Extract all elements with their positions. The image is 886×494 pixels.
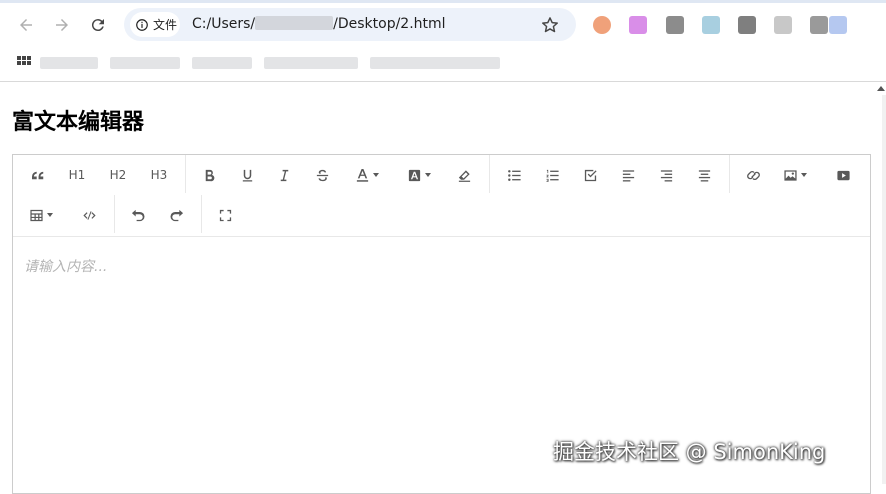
toolbar-divider <box>185 155 186 193</box>
ext-periwinkle-icon[interactable] <box>829 16 847 34</box>
heading1-button[interactable]: H1 <box>63 161 91 189</box>
insert-image-button[interactable] <box>779 161 811 189</box>
heading2-label: H2 <box>109 168 127 182</box>
clear-format-button[interactable] <box>450 161 478 189</box>
heading3-button[interactable]: H3 <box>145 161 173 189</box>
bookmarks-bar <box>0 52 886 74</box>
bulleted-list-icon <box>507 169 521 181</box>
forward-arrow-icon <box>56 19 68 31</box>
bookmark-item[interactable] <box>40 57 98 69</box>
code-block-button[interactable] <box>75 201 103 229</box>
align-center-button[interactable] <box>690 161 718 189</box>
toolbar-divider <box>729 155 730 193</box>
undo-button[interactable] <box>124 201 152 229</box>
background-color-button[interactable] <box>403 161 435 189</box>
url-suffix: /Desktop/2.html <box>333 16 446 32</box>
back-button[interactable] <box>13 12 39 38</box>
reload-icon <box>91 19 104 32</box>
dropdown-caret-icon <box>373 173 379 177</box>
font-color-icon <box>356 168 369 182</box>
strikethrough-button[interactable] <box>308 161 336 189</box>
blockquote-button[interactable] <box>25 161 53 189</box>
reload-button[interactable] <box>85 12 111 38</box>
bold-icon <box>205 169 214 181</box>
align-left-button[interactable] <box>614 161 642 189</box>
fullscreen-button[interactable] <box>211 201 239 229</box>
bookmark-item[interactable] <box>370 57 500 69</box>
forward-button[interactable] <box>49 12 75 38</box>
checkbox-icon <box>584 169 597 181</box>
toolbar-divider <box>114 195 115 233</box>
site-info-label: 文件 <box>153 18 178 32</box>
heading1-label: H1 <box>68 168 86 182</box>
dropdown-caret-icon <box>425 173 431 177</box>
numbered-list-icon <box>546 169 559 182</box>
redo-button[interactable] <box>162 201 190 229</box>
heading2-button[interactable]: H2 <box>104 161 132 189</box>
link-icon <box>746 170 760 180</box>
address-bar[interactable]: 文件 C:/Users/ /Desktop/2.html <box>124 8 576 41</box>
dropdown-caret-icon <box>47 213 53 217</box>
table-icon <box>30 209 43 221</box>
fullscreen-icon <box>219 209 231 221</box>
vertical-scrollbar[interactable] <box>882 95 886 484</box>
ext-gray2-icon[interactable] <box>810 16 828 34</box>
bookmark-item[interactable] <box>264 57 358 69</box>
scroll-up-arrow-icon[interactable] <box>877 86 885 91</box>
info-icon <box>136 18 148 31</box>
ext-lightblue-icon[interactable] <box>702 16 720 34</box>
quote-icon <box>31 171 43 179</box>
browser-chrome: 文件 C:/Users/ /Desktop/2.html <box>0 0 886 82</box>
tab-strip-edge <box>0 0 886 3</box>
align-right-icon <box>660 169 672 181</box>
chrome-divider <box>0 81 886 82</box>
insert-table-button[interactable] <box>25 201 57 229</box>
bookmark-item[interactable] <box>110 57 180 69</box>
redacted-username <box>255 16 334 30</box>
heading3-label: H3 <box>150 168 168 182</box>
site-info-chip[interactable]: 文件 <box>130 12 180 37</box>
ext-silver-icon[interactable] <box>774 16 792 34</box>
toolbar-divider <box>489 155 490 193</box>
underline-icon <box>242 169 252 181</box>
ext-orange-icon[interactable] <box>593 16 611 34</box>
editor-toolbar: H1 H2 H3 <box>13 155 870 237</box>
bulleted-list-button[interactable] <box>500 161 528 189</box>
redo-icon <box>170 209 183 221</box>
bookmark-star-icon[interactable] <box>540 15 560 35</box>
underline-button[interactable] <box>233 161 261 189</box>
align-center-icon <box>698 169 710 181</box>
apps-grid-icon[interactable] <box>16 55 32 71</box>
code-icon <box>82 210 96 220</box>
numbered-list-button[interactable] <box>538 161 566 189</box>
italic-icon <box>280 169 288 181</box>
ext-gray-icon[interactable] <box>666 16 684 34</box>
url-text[interactable]: C:/Users/ /Desktop/2.html <box>192 16 446 32</box>
insert-link-button[interactable] <box>739 161 767 189</box>
ext-purple-icon[interactable] <box>629 16 647 34</box>
watermark: 掘金技术社区 @ SimonKing <box>553 440 826 464</box>
undo-icon <box>131 209 144 221</box>
bold-button[interactable] <box>195 161 223 189</box>
todo-list-button[interactable] <box>576 161 604 189</box>
editor-placeholder[interactable]: 请输入内容... <box>24 256 107 276</box>
back-arrow-icon <box>20 19 32 31</box>
italic-button[interactable] <box>270 161 298 189</box>
page-title: 富文本编辑器 <box>12 110 145 135</box>
image-icon <box>784 169 797 181</box>
eraser-icon <box>458 169 470 182</box>
align-right-button[interactable] <box>652 161 680 189</box>
align-left-icon <box>622 169 634 181</box>
video-icon <box>836 170 850 180</box>
bookmark-item[interactable] <box>192 57 252 69</box>
ext-darkgray-icon[interactable] <box>738 16 756 34</box>
url-prefix: C:/Users/ <box>192 16 256 32</box>
background-color-icon <box>408 169 421 181</box>
dropdown-caret-icon <box>801 173 807 177</box>
toolbar-divider <box>201 195 202 233</box>
insert-video-button[interactable] <box>829 161 857 189</box>
font-color-button[interactable] <box>351 161 383 189</box>
strikethrough-icon <box>316 169 328 181</box>
